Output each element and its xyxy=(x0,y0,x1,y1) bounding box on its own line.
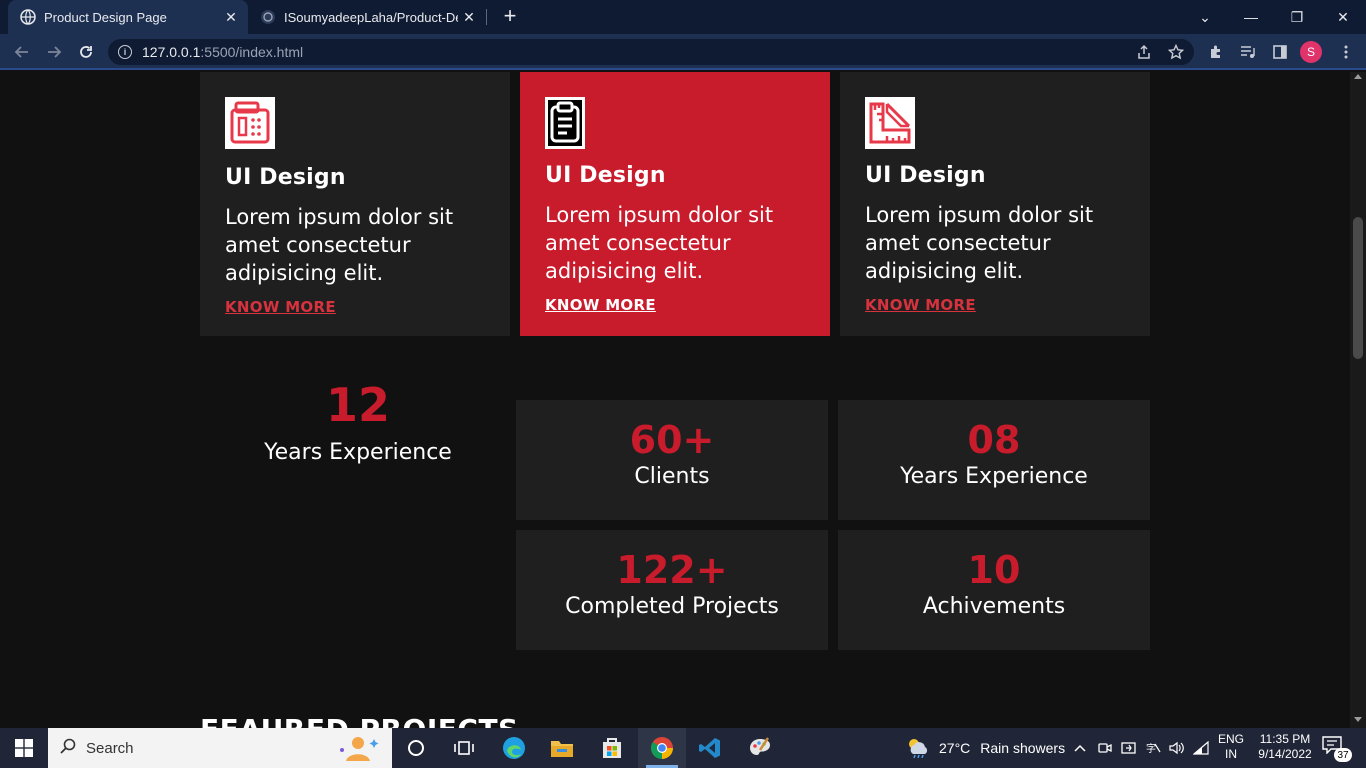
meet-now-icon[interactable] xyxy=(1094,728,1116,768)
task-view-icon[interactable] xyxy=(440,728,488,768)
cortana-icon[interactable] xyxy=(392,728,440,768)
close-window-button[interactable]: ✕ xyxy=(1320,0,1366,34)
file-explorer-icon[interactable] xyxy=(538,728,586,768)
chrome-icon[interactable] xyxy=(638,728,686,768)
weather-rain-icon xyxy=(905,736,931,761)
page-scrollbar[interactable] xyxy=(1350,72,1366,728)
card-text: Lorem ipsum dolor sit amet consectetur a… xyxy=(545,203,774,283)
service-card-1: UI Design Lorem ipsum dolor sit amet con… xyxy=(200,72,510,336)
stat-box-projects: 122+ Completed Projects xyxy=(516,530,828,650)
tab-title: ISoumyadeepLaha/Product-Desig xyxy=(284,9,458,25)
stat-label: Clients xyxy=(634,464,710,489)
clock-time: 11:35 PM xyxy=(1259,732,1311,746)
minimize-button[interactable]: — xyxy=(1228,0,1274,34)
tab-close-icon[interactable]: ✕ xyxy=(458,9,480,26)
weather-widget[interactable]: 27°C Rain showers xyxy=(905,728,1065,768)
card-title: UI Design xyxy=(865,163,986,188)
main-stat-label: Years Experience xyxy=(264,440,452,465)
github-icon xyxy=(260,9,276,25)
page-viewport: UI Design Lorem ipsum dolor sit amet con… xyxy=(0,72,1350,728)
scroll-up-icon[interactable] xyxy=(1354,74,1362,79)
address-path: :5500/index.html xyxy=(200,44,304,60)
weather-condition: Rain showers xyxy=(980,740,1066,756)
back-icon[interactable] xyxy=(10,40,34,64)
card-text: Lorem ipsum dolor sit amet consectetur a… xyxy=(225,205,454,285)
stat-value: 60+ xyxy=(629,418,715,462)
tab-separator xyxy=(486,9,487,25)
search-highlight-icon xyxy=(332,734,380,762)
browser-tab-bar: Product Design Page ✕ ISoumyadeepLaha/Pr… xyxy=(0,0,1366,34)
language-indicator[interactable]: ENG IN xyxy=(1216,732,1246,762)
ruler-icon xyxy=(865,97,915,149)
tab-close-icon[interactable]: ✕ xyxy=(220,9,242,26)
stat-label: Achivements xyxy=(922,594,1066,619)
clock-date: 9/14/2022 xyxy=(1258,747,1312,761)
address-host: 127.0.0.1 xyxy=(142,44,201,60)
clipboard-icon xyxy=(545,97,585,149)
service-card-2: UI Design Lorem ipsum dolor sit amet con… xyxy=(520,72,830,336)
search-icon xyxy=(60,738,76,758)
know-more-link[interactable]: KNOW MORE xyxy=(545,296,656,314)
menu-kebab-icon[interactable] xyxy=(1336,42,1356,62)
share-icon[interactable] xyxy=(1134,42,1154,62)
scrollbar-thumb[interactable] xyxy=(1353,217,1363,359)
media-control-icon[interactable] xyxy=(1238,42,1258,62)
tray-chevron-icon[interactable] xyxy=(1070,728,1090,768)
notification-count: 37 xyxy=(1334,748,1352,762)
weather-temp: 27°C xyxy=(939,740,971,756)
wifi-icon[interactable] xyxy=(1190,728,1212,768)
language-region: IN xyxy=(1225,747,1237,761)
profile-avatar[interactable]: S xyxy=(1300,41,1322,63)
svg-text:字: 字 xyxy=(1146,742,1156,755)
volume-icon[interactable] xyxy=(1166,728,1188,768)
language-code: ENG xyxy=(1217,732,1244,746)
stat-value: 08 xyxy=(967,418,1021,462)
restore-button[interactable]: ❐ xyxy=(1274,0,1320,34)
card-text: Lorem ipsum dolor sit amet consectetur a… xyxy=(865,203,1094,283)
card-title: UI Design xyxy=(225,165,346,190)
extensions-icon[interactable] xyxy=(1206,42,1226,62)
stat-box-clients: 60+ Clients xyxy=(516,400,828,520)
stat-value: 10 xyxy=(967,548,1021,592)
bookmark-star-icon[interactable] xyxy=(1166,42,1186,62)
windows-start-icon[interactable] xyxy=(0,728,48,768)
stat-label: Years Experience xyxy=(900,464,1088,489)
know-more-link[interactable]: KNOW MORE xyxy=(865,296,976,314)
edge-icon[interactable] xyxy=(490,728,538,768)
side-panel-icon[interactable] xyxy=(1270,42,1290,62)
reload-icon[interactable] xyxy=(74,40,98,64)
search-label: Search xyxy=(86,739,134,757)
stat-label: Completed Projects xyxy=(565,594,779,619)
tab-title: Product Design Page xyxy=(44,9,167,25)
stat-box-years: 08 Years Experience xyxy=(838,400,1150,520)
browser-toolbar: i 127.0.0.1:5500/index.html S xyxy=(0,34,1366,70)
know-more-link[interactable]: KNOW MORE xyxy=(225,298,336,316)
stat-box-achievements: 10 Achivements xyxy=(838,530,1150,650)
tab-search-chevron-icon[interactable]: ⌄ xyxy=(1182,0,1228,34)
vscode-icon[interactable] xyxy=(686,728,734,768)
microsoft-store-icon[interactable] xyxy=(588,728,636,768)
stat-value: 122+ xyxy=(616,548,728,592)
globe-icon xyxy=(20,9,36,25)
service-card-3: UI Design Lorem ipsum dolor sit amet con… xyxy=(840,72,1150,336)
main-stat-value: 12 xyxy=(325,378,390,432)
forward-icon[interactable] xyxy=(42,40,66,64)
site-info-icon[interactable]: i xyxy=(118,45,132,59)
card-title: UI Design xyxy=(545,163,666,188)
windows-taskbar: Search 27°C Rain showers 字 ENG IN 11:35 … xyxy=(0,728,1366,768)
featured-projects-heading: FEAURED PROJECTS xyxy=(200,713,519,728)
battery-saver-icon[interactable] xyxy=(1118,728,1140,768)
ime-icon[interactable]: 字 xyxy=(1142,728,1164,768)
tab-product-design[interactable]: Product Design Page ✕ xyxy=(8,0,248,34)
taskbar-search-box[interactable]: Search xyxy=(48,728,392,768)
scroll-down-icon[interactable] xyxy=(1354,717,1362,722)
calculator-icon xyxy=(225,97,275,149)
new-tab-button[interactable]: + xyxy=(498,5,522,29)
paint-icon[interactable] xyxy=(736,728,784,768)
address-bar[interactable]: i 127.0.0.1:5500/index.html xyxy=(108,39,1194,65)
taskbar-clock[interactable]: 11:35 PM 9/14/2022 xyxy=(1252,732,1318,762)
tab-github[interactable]: ISoumyadeepLaha/Product-Desig ✕ xyxy=(250,0,486,34)
notification-center-icon[interactable]: 37 xyxy=(1322,736,1352,762)
